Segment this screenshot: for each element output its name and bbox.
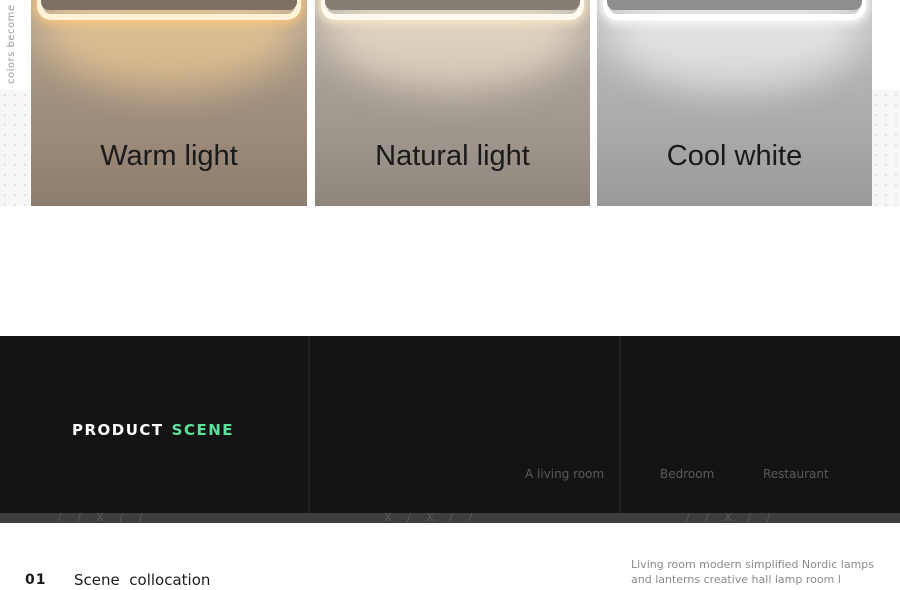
panel-label-warm: Warm light bbox=[100, 140, 238, 172]
title-primary: PRODUCT bbox=[72, 421, 164, 439]
scene-divider bbox=[619, 336, 621, 513]
warm-light-panel: Warm light bbox=[31, 0, 307, 206]
product-scene-band: PRODUCT SCENE A living room Bedroom Resta… bbox=[0, 336, 900, 513]
natural-light-panel: Natural light bbox=[315, 0, 590, 206]
lamp-inner bbox=[325, 0, 580, 10]
section-number: 01 bbox=[25, 572, 47, 588]
scene-tag-living-room[interactable]: A living room bbox=[525, 467, 604, 481]
dot-pattern-left bbox=[0, 90, 30, 206]
panel-label-cool: Cool white bbox=[666, 140, 803, 172]
product-scene-title: PRODUCT SCENE bbox=[72, 421, 234, 439]
panel-label-natural: Natural light bbox=[375, 140, 530, 172]
dot-pattern-right bbox=[871, 90, 900, 206]
side-caption: colors become bbox=[6, 4, 17, 84]
section-description: Living room modern simplified Nordic lam… bbox=[631, 558, 875, 586]
light-color-panels: colors become Warm light Natural light C… bbox=[0, 0, 900, 206]
scene-divider bbox=[308, 336, 310, 513]
section-label: Scene collocation bbox=[74, 571, 211, 589]
title-accent: SCENE bbox=[171, 421, 235, 439]
decorative-stripe: / / X / / X / X / / / / X / / bbox=[0, 513, 900, 523]
stripe-pattern: X / X / / bbox=[384, 513, 479, 523]
lamp-inner bbox=[607, 0, 862, 10]
scene-tag-bedroom[interactable]: Bedroom bbox=[660, 467, 714, 481]
stripe-pattern: / / X / / bbox=[686, 513, 777, 523]
scene-tag-restaurant[interactable]: Restaurant bbox=[763, 467, 829, 481]
cool-white-panel: Cool white bbox=[597, 0, 872, 206]
lamp-inner bbox=[41, 0, 297, 10]
stripe-pattern: / / X / / bbox=[58, 513, 149, 523]
